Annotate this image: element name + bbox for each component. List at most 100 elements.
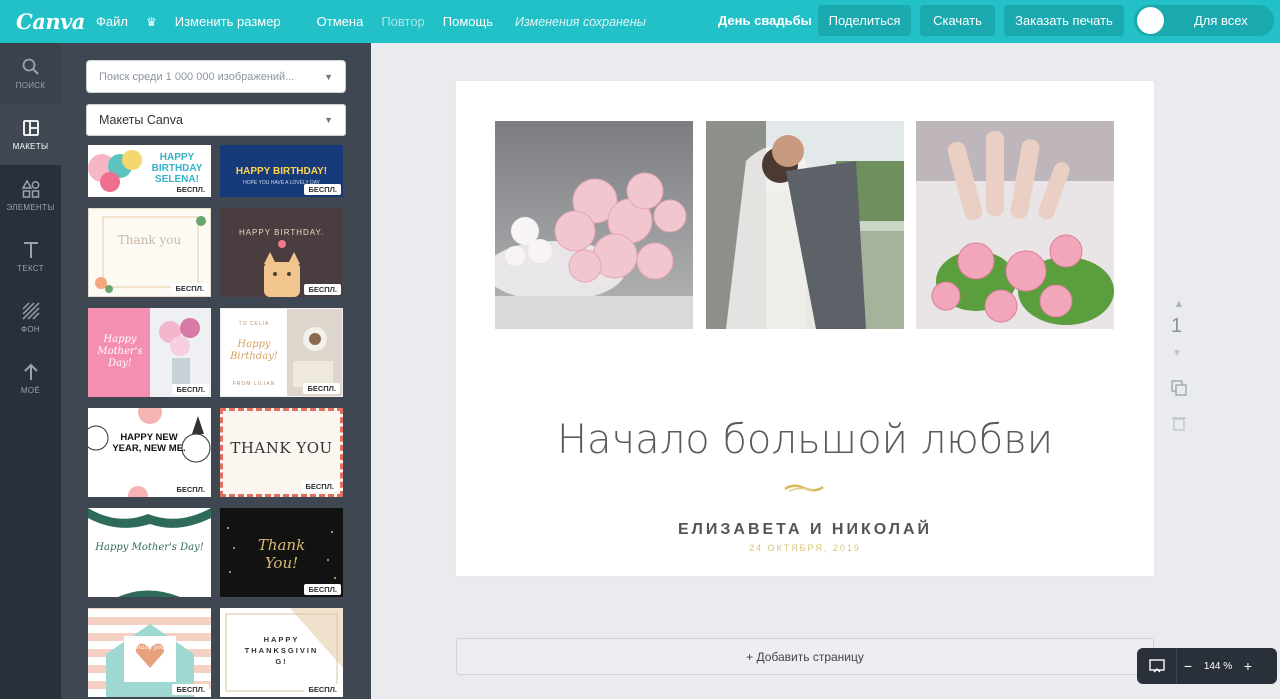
redo-button[interactable]: Повтор: [381, 14, 424, 29]
template-card[interactable]: HAPPY THANKSGIVIN G! БЕСПЛ.: [220, 608, 343, 697]
move-up-icon[interactable]: ▲: [1170, 298, 1188, 310]
template-title: HAPPY BIRTHDAY!: [235, 166, 328, 177]
rail-item-elements[interactable]: ЭЛЕМЕНТЫ: [0, 165, 61, 226]
template-grid: HAPPY BIRTHDAY SELENA! БЕСПЛ. HAPPY BIRT…: [88, 145, 348, 699]
free-badge: БЕСПЛ.: [171, 283, 208, 294]
trash-icon[interactable]: [1172, 415, 1186, 431]
crown-icon: ♛: [145, 15, 157, 29]
share-button[interactable]: Поделиться: [818, 5, 911, 36]
zoom-in-button[interactable]: +: [1237, 658, 1259, 674]
photo-hands[interactable]: [916, 121, 1114, 329]
file-menu[interactable]: Файл: [96, 14, 128, 29]
order-print-button[interactable]: Заказать печать: [1004, 5, 1124, 36]
photo-bouquet[interactable]: [495, 121, 693, 329]
hands-image: [916, 121, 1114, 329]
rail-item-search[interactable]: ПОИСК: [0, 43, 61, 104]
template-card[interactable]: HAPPY BIRTHDAY. БЕСПЛ.: [220, 208, 343, 297]
templates-panel: Поиск среди 1 000 000 изображений... ▼ М…: [61, 43, 371, 699]
template-title: Happy Mother's Day!: [95, 542, 204, 553]
template-card[interactable]: Happy Mother's Day! БЕСПЛ.: [88, 308, 211, 397]
present-button[interactable]: [1137, 648, 1177, 684]
upload-icon: [23, 363, 38, 380]
free-badge: БЕСПЛ.: [172, 384, 209, 395]
select-value: Макеты Canva: [99, 113, 183, 127]
shapes-icon: [21, 179, 39, 198]
couple-names[interactable]: ЕЛИЗАВЕТА И НИКОЛАЙ: [456, 521, 1154, 539]
document-title[interactable]: День свадьбы: [718, 13, 812, 28]
main-menu: Файл ♛ Изменить размер Отмена Повтор Помо…: [96, 14, 664, 29]
template-card[interactable]: Happy Mother's Day!: [88, 508, 211, 597]
side-rail: ПОИСК МАКЕТЫ ЭЛЕМЕНТЫ ТЕКСТ ФОН МОЁ: [0, 43, 61, 699]
template-card[interactable]: HAPPY BIRTHDAY! HOPE YOU HAVE A LOVELY D…: [220, 145, 343, 197]
zoom-level[interactable]: 144 %: [1199, 661, 1237, 672]
template-top-line: TO CELIA: [238, 321, 270, 327]
design-page[interactable]: Начало большой любви ЕЛИЗАВЕТА И НИКОЛАЙ…: [456, 81, 1154, 576]
free-badge: БЕСПЛ.: [303, 383, 340, 394]
search-placeholder: Поиск среди 1 000 000 изображений...: [99, 70, 295, 83]
bouquet-image: [495, 121, 693, 329]
photo-couple[interactable]: [706, 121, 904, 329]
page-tools: ▲: [1170, 298, 1188, 310]
resize-menu[interactable]: ♛ Изменить размер: [146, 14, 299, 29]
free-badge: БЕСПЛ.: [304, 584, 341, 595]
template-card[interactable]: THANK YOU БЕСПЛ.: [220, 408, 343, 497]
couple-image: [706, 121, 904, 329]
add-page-button[interactable]: + Добавить страницу: [456, 638, 1154, 675]
zoom-out-button[interactable]: −: [1177, 658, 1199, 674]
chevron-down-icon: ▼: [324, 115, 333, 125]
template-title: Thank you: [117, 233, 182, 247]
toggle-knob: [1137, 7, 1164, 34]
template-title: Thank You!: [257, 536, 306, 572]
duplicate-icon[interactable]: [1171, 380, 1187, 396]
template-card[interactable]: HAPPY NEW YEAR, NEW ME. БЕСПЛ.: [88, 408, 211, 497]
layout-icon: [22, 120, 39, 136]
canva-logo[interactable]: Canva: [16, 9, 86, 34]
free-badge: БЕСПЛ.: [301, 481, 338, 492]
visibility-label: Для всех: [1194, 13, 1248, 28]
page-number: 1: [1171, 315, 1183, 337]
template-title: HAPPY THANKSGIVIN G!: [244, 635, 319, 666]
wedding-date[interactable]: 24 ОКТЯБРЯ, 2019: [456, 543, 1154, 553]
template-title: HAPPY NEW YEAR, NEW ME.: [112, 432, 186, 454]
template-card[interactable]: thank you БЕСПЛ.: [88, 608, 211, 697]
rail-item-layouts[interactable]: МАКЕТЫ: [0, 104, 61, 165]
template-card[interactable]: Thank you БЕСПЛ.: [88, 208, 211, 297]
save-status: Изменения сохранены: [515, 14, 646, 29]
template-card[interactable]: HAPPY BIRTHDAY SELENA! БЕСПЛ.: [88, 145, 211, 197]
undo-button[interactable]: Отмена: [317, 14, 364, 29]
free-badge: БЕСПЛ.: [304, 684, 341, 695]
template-card[interactable]: TO CELIA Happy Birthday! FROM LILIAN БЕС…: [220, 308, 343, 397]
present-icon: [1148, 659, 1165, 673]
zoom-controls: − 144 % +: [1137, 648, 1277, 684]
resize-label: Изменить размер: [174, 14, 281, 29]
template-title: Happy Mother's Day!: [97, 334, 143, 369]
ornament-icon: [784, 484, 824, 492]
move-down-icon[interactable]: ▼: [1172, 348, 1182, 359]
template-card[interactable]: Thank You! БЕСПЛ.: [220, 508, 343, 597]
rail-label: ФОН: [21, 325, 40, 334]
visibility-toggle[interactable]: Для всех: [1134, 5, 1274, 36]
rail-item-uploads[interactable]: МОЁ: [0, 348, 61, 409]
headline-text[interactable]: Начало большой любви: [456, 417, 1154, 463]
help-menu[interactable]: Помощь: [443, 14, 493, 29]
search-input[interactable]: Поиск среди 1 000 000 изображений... ▼: [86, 60, 346, 93]
download-button[interactable]: Скачать: [920, 5, 995, 36]
background-icon: [21, 302, 40, 320]
search-icon: [22, 58, 39, 75]
template-bottom-line: FROM LILIAN: [232, 381, 276, 387]
free-badge: БЕСПЛ.: [172, 184, 209, 195]
rail-label: ТЕКСТ: [17, 264, 44, 273]
rail-label: ПОИСК: [15, 81, 46, 90]
free-badge: БЕСПЛ.: [172, 684, 209, 695]
workspace: Начало большой любви ЕЛИЗАВЕТА И НИКОЛАЙ…: [371, 43, 1280, 699]
template-source-select[interactable]: Макеты Canva ▼: [86, 104, 346, 136]
chevron-down-icon[interactable]: ▼: [324, 72, 333, 82]
rail-label: ЭЛЕМЕНТЫ: [6, 203, 55, 212]
template-title: thank you: [134, 644, 165, 651]
rail-item-text[interactable]: ТЕКСТ: [0, 226, 61, 287]
rail-item-background[interactable]: ФОН: [0, 287, 61, 348]
free-badge: БЕСПЛ.: [304, 184, 341, 195]
free-badge: БЕСПЛ.: [304, 284, 341, 295]
template-title: HAPPY BIRTHDAY SELENA!: [151, 152, 203, 185]
template-title: THANK YOU: [230, 439, 333, 457]
